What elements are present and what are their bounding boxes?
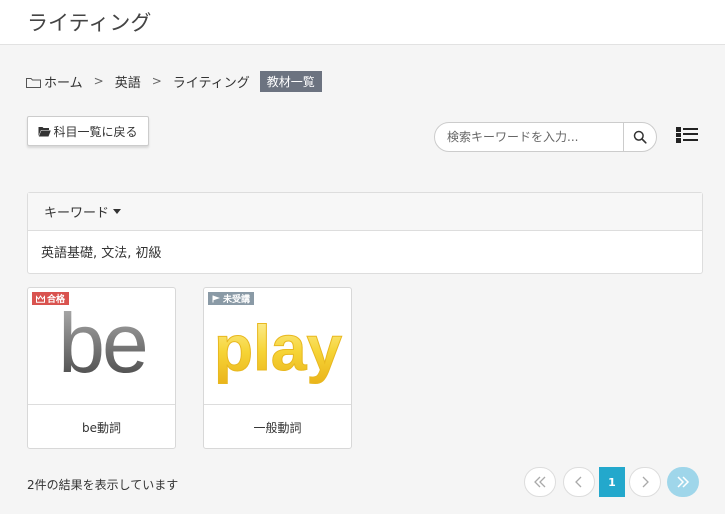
breadcrumb-home[interactable]: ホーム xyxy=(26,72,83,91)
play-thumbnail: play xyxy=(213,312,342,385)
keyword-panel: キーワード 英語基礎, 文法, 初級 xyxy=(27,192,703,274)
status-badge: 未受講 xyxy=(208,292,255,305)
card-thumbnail: 合格 be xyxy=(28,288,175,405)
material-card[interactable]: 合格 be be動詞 xyxy=(27,287,176,449)
breadcrumb-english[interactable]: 英語 xyxy=(115,72,141,91)
pagination-prev-button[interactable] xyxy=(563,467,595,497)
breadcrumb: ホーム > 英語 > ライティング 教材一覧 xyxy=(26,70,322,92)
search-input[interactable] xyxy=(435,123,623,151)
status-badge-label: 未受講 xyxy=(223,295,251,305)
card-title: 一般動詞 xyxy=(253,420,302,435)
pagination-last-button[interactable] xyxy=(667,467,699,497)
svg-text:play: play xyxy=(214,312,342,384)
search-icon xyxy=(633,130,647,144)
status-badge: 合格 xyxy=(32,292,70,305)
card-thumbnail: 未受講 play xyxy=(204,288,351,405)
chevron-left-icon xyxy=(575,476,582,488)
keyword-panel-toggle[interactable]: キーワード xyxy=(28,193,702,231)
material-card[interactable]: 未受講 play 一般動詞 xyxy=(203,287,352,449)
page-title: ライティング xyxy=(27,11,152,35)
breadcrumb-current: 教材一覧 xyxy=(259,70,322,92)
folder-icon xyxy=(26,77,41,88)
status-badge-label: 合格 xyxy=(47,295,66,305)
breadcrumb-separator: > xyxy=(93,74,104,88)
back-button-label: 科目一覧に戻る xyxy=(53,124,138,139)
app-header: ライティング xyxy=(0,0,725,45)
back-to-subjects-button[interactable]: 科目一覧に戻る xyxy=(27,116,149,146)
breadcrumb-writing[interactable]: ライティング xyxy=(173,72,250,91)
breadcrumb-separator: > xyxy=(151,74,162,88)
search-button[interactable] xyxy=(623,123,656,151)
result-count: 2件の結果を表示しています xyxy=(27,478,179,492)
chevron-right-icon xyxy=(642,476,649,488)
flag-icon xyxy=(212,295,220,302)
svg-text:be: be xyxy=(58,296,145,390)
folder-open-icon xyxy=(38,126,52,136)
pagination-next-button[interactable] xyxy=(629,467,661,497)
list-view-icon[interactable] xyxy=(676,127,698,143)
crown-icon xyxy=(36,294,45,303)
double-chevron-left-icon xyxy=(534,476,546,488)
caret-down-icon xyxy=(113,209,122,214)
double-chevron-right-icon xyxy=(677,476,690,488)
keyword-list: 英語基礎, 文法, 初級 xyxy=(41,246,162,261)
pagination-page-current[interactable]: 1 xyxy=(599,467,625,497)
search-box xyxy=(434,122,657,152)
card-title: be動詞 xyxy=(81,420,121,435)
be-thumbnail: be xyxy=(58,296,148,390)
breadcrumb-home-label: ホーム xyxy=(44,75,83,91)
keyword-panel-title: キーワード xyxy=(44,206,110,221)
pagination-first-button[interactable] xyxy=(524,467,556,497)
